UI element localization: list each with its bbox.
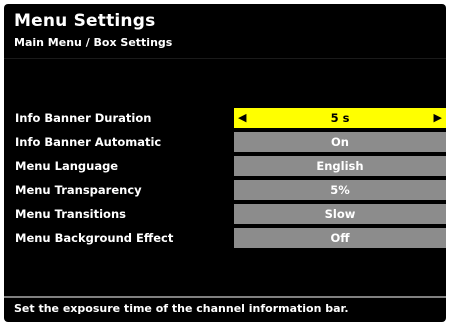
setting-row-menu-transparency[interactable]: Menu Transparency 5% [4, 180, 446, 200]
setting-value-field[interactable]: Off [234, 228, 446, 248]
breadcrumb: Main Menu / Box Settings [14, 36, 173, 49]
setting-value-field[interactable]: On [234, 132, 446, 152]
setting-value-selector[interactable]: ◀ 5 s ▶ [234, 108, 446, 128]
arrow-left-icon[interactable]: ◀ [238, 111, 246, 125]
setting-label: Menu Language [15, 159, 119, 173]
setting-value-field[interactable]: Slow [234, 204, 446, 224]
setting-label: Info Banner Duration [15, 111, 152, 125]
setting-row-menu-transitions[interactable]: Menu Transitions Slow [4, 204, 446, 224]
setting-value: English [316, 159, 364, 173]
setting-value: On [331, 135, 349, 149]
setting-label: Menu Transparency [15, 183, 142, 197]
setting-row-menu-language[interactable]: Menu Language English [4, 156, 446, 176]
header-divider [4, 58, 446, 59]
setting-row-info-banner-automatic[interactable]: Info Banner Automatic On [4, 132, 446, 152]
setting-row-info-banner-duration[interactable]: Info Banner Duration ◀ 5 s ▶ [4, 108, 446, 128]
page-title: Menu Settings [14, 11, 156, 31]
setting-value: 5 s [330, 111, 350, 125]
setting-value-field[interactable]: English [234, 156, 446, 176]
setting-label: Info Banner Automatic [15, 135, 162, 149]
tv-screen: Menu Settings Main Menu / Box Settings I… [4, 4, 446, 322]
setting-row-menu-background-effect[interactable]: Menu Background Effect Off [4, 228, 446, 248]
setting-value-field[interactable]: 5% [234, 180, 446, 200]
setting-label: Menu Background Effect [15, 231, 174, 245]
footer-divider [4, 296, 446, 298]
help-text: Set the exposure time of the channel inf… [14, 302, 349, 315]
setting-value: Slow [324, 207, 356, 221]
setting-value: 5% [330, 183, 350, 197]
arrow-right-icon[interactable]: ▶ [434, 111, 442, 125]
setting-value: Off [330, 231, 350, 245]
setting-label: Menu Transitions [15, 207, 126, 221]
